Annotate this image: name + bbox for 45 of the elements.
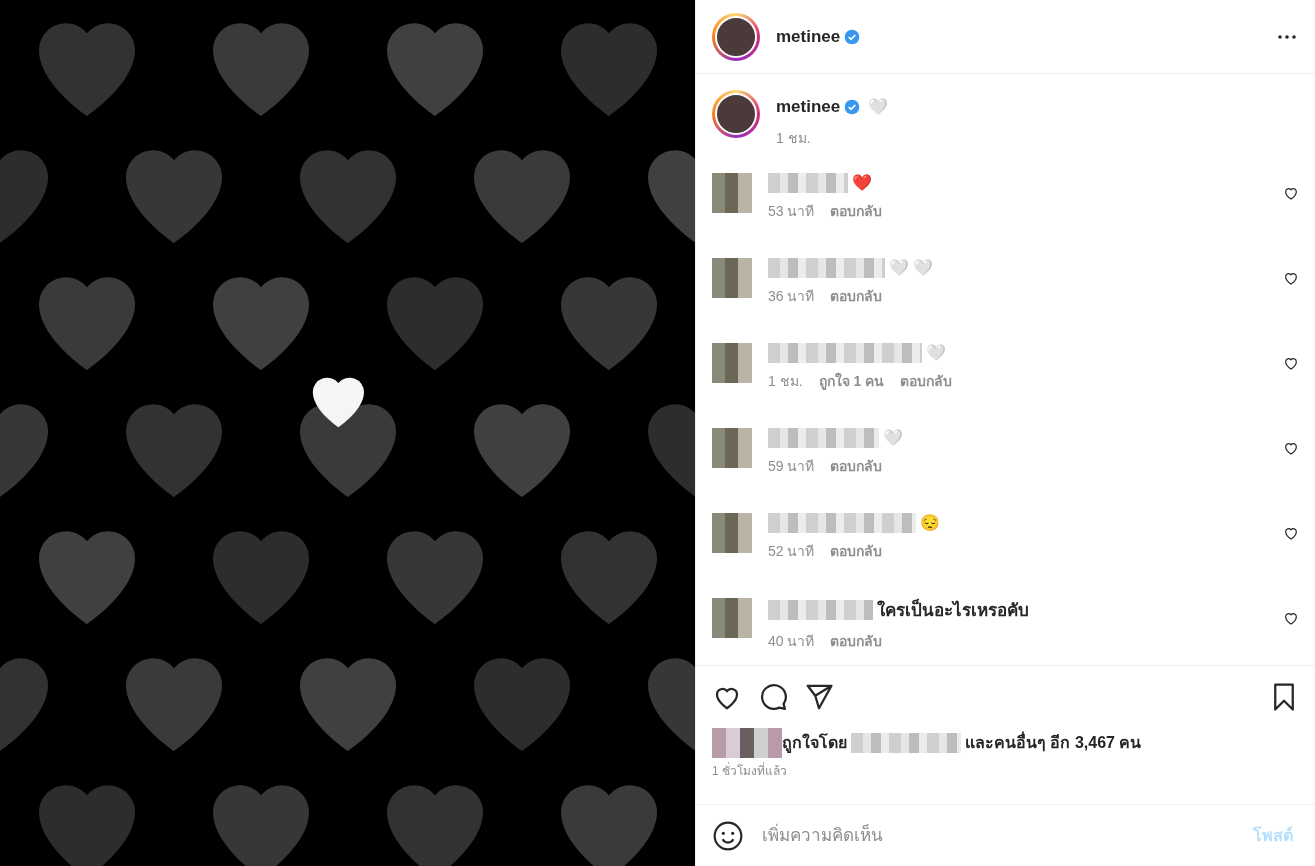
- heart-icon[interactable]: [1283, 440, 1299, 457]
- emoji: 🤍: [868, 98, 889, 115]
- pixelated-avatar: [712, 427, 752, 468]
- pixelated-avatar: [712, 257, 752, 298]
- avatar[interactable]: [712, 12, 760, 61]
- heart-icon[interactable]: [1283, 185, 1299, 202]
- avatar[interactable]: [712, 90, 760, 138]
- timestamp: 1 ชม.: [768, 371, 803, 391]
- heart-icon[interactable]: [1283, 525, 1299, 542]
- pixelated-avatars: [712, 728, 782, 758]
- pixelated-avatar: [712, 342, 752, 383]
- emoji: 🤍: [889, 259, 909, 276]
- pixelated-avatar: [712, 512, 752, 553]
- heart-icon[interactable]: [1283, 355, 1299, 372]
- post-time: 1 ชั่วโมงที่แล้ว: [712, 762, 788, 780]
- comment-text: ใครเป็นอะไรเหรอคับ: [877, 597, 1029, 622]
- heart-icon[interactable]: [1283, 610, 1299, 627]
- timestamp: 36 นาที: [768, 286, 815, 306]
- emoji: 🤍: [926, 344, 946, 361]
- timestamp: 40 นาที: [768, 632, 815, 651]
- pixelated-avatar: [712, 172, 752, 213]
- heart-icon[interactable]: [1283, 270, 1299, 287]
- likes-count[interactable]: และคนอื่นๆ อีก 3,467 คน: [965, 731, 1142, 755]
- username[interactable]: metinee: [776, 94, 841, 120]
- reply-link[interactable]: ตอบกลับ: [830, 631, 883, 652]
- reply-link[interactable]: ตอบกลับ: [830, 285, 883, 307]
- reply-link[interactable]: ตอบกลับ: [830, 540, 883, 562]
- emoji: 🤍: [883, 429, 903, 446]
- username[interactable]: metinee: [776, 23, 841, 50]
- reply-link[interactable]: ตอบกลับ: [900, 370, 953, 392]
- emoji: 😔: [920, 514, 940, 531]
- emoji: 🤍: [912, 259, 933, 276]
- likes-prefix: ถูกใจโดย: [782, 732, 847, 755]
- pixelated-avatar: [712, 597, 752, 638]
- timestamp: 52 นาที: [768, 541, 815, 561]
- timestamp: 1 ชม.: [776, 128, 812, 148]
- comment-icon[interactable]: [758, 682, 788, 712]
- like-count[interactable]: ถูกใจ 1 คน: [818, 370, 885, 392]
- send-icon[interactable]: [804, 682, 834, 712]
- reply-link[interactable]: ตอบกลับ: [830, 200, 883, 222]
- reply-link[interactable]: ตอบกลับ: [830, 455, 883, 477]
- timestamp: 53 นาที: [768, 201, 815, 221]
- smiley-icon[interactable]: [712, 819, 744, 852]
- timestamp: 59 นาที: [768, 456, 815, 476]
- emoji: ❤: [852, 174, 872, 191]
